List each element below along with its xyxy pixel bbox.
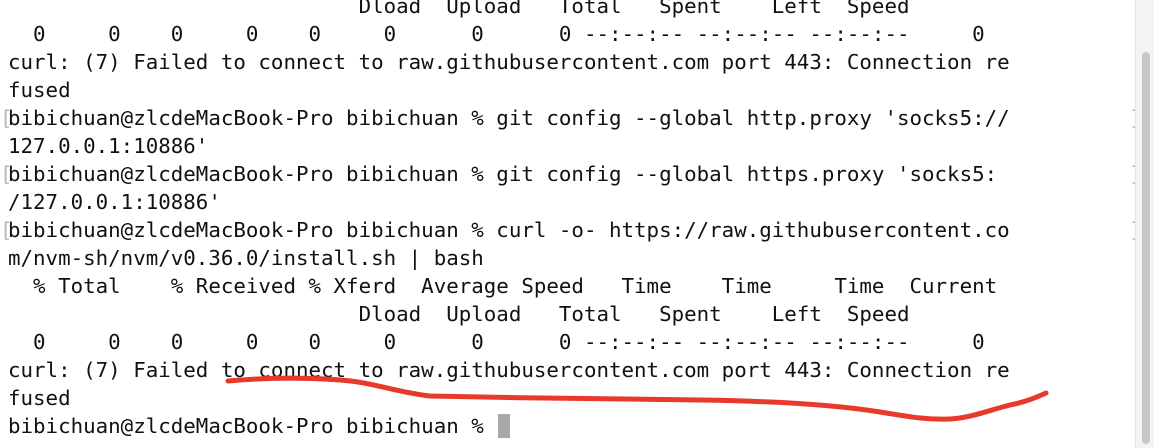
line-text: curl: (7) Failed to connect to raw.githu… (8, 50, 1010, 74)
line-text: fused (8, 386, 71, 410)
terminal-line: % Total % Received % Xferd Average Speed… (8, 272, 1138, 300)
text-cursor (498, 414, 511, 438)
terminal-output: Dload Upload Total Spent Left Speed 0 0 … (0, 0, 1142, 440)
line-text: 0 0 0 0 0 0 0 0 --:--:-- --:--:-- --:--:… (8, 330, 985, 354)
terminal-line: [bibichuan@zlcdeMacBook-Pro bibichuan % … (0, 216, 1142, 244)
line-text: fused (8, 78, 71, 102)
terminal-line: 0 0 0 0 0 0 0 0 --:--:-- --:--:-- --:--:… (8, 20, 1138, 48)
line-text: /127.0.0.1:10886' (8, 190, 221, 214)
line-text: Dload Upload Total Spent Left Speed (8, 0, 910, 18)
line-text: m/nvm-sh/nvm/v0.36.0/install.sh | bash (8, 246, 484, 270)
terminal-line: curl: (7) Failed to connect to raw.githu… (8, 48, 1138, 76)
terminal-line: /127.0.0.1:10886' (8, 188, 1138, 216)
line-text: 0 0 0 0 0 0 0 0 --:--:-- --:--:-- --:--:… (8, 22, 985, 46)
line-text: curl: (7) Failed to connect to raw.githu… (8, 358, 1010, 382)
line-text: 127.0.0.1:10886' (8, 134, 209, 158)
terminal-line: fused (8, 384, 1138, 412)
line-wrap-bracket-left: [ (0, 162, 13, 186)
scrollbar[interactable] (1135, 0, 1154, 448)
terminal-line: curl: (7) Failed to connect to raw.githu… (8, 356, 1138, 384)
terminal-prompt-line[interactable]: bibichuan@zlcdeMacBook-Pro bibichuan % (8, 412, 1138, 440)
line-text: bibichuan@zlcdeMacBook-Pro bibichuan % c… (8, 218, 1010, 242)
terminal-line: Dload Upload Total Spent Left Speed (8, 0, 1138, 20)
terminal-line: 0 0 0 0 0 0 0 0 --:--:-- --:--:-- --:--:… (8, 328, 1138, 356)
line-wrap-bracket-left: [ (0, 106, 13, 130)
terminal-line: [bibichuan@zlcdeMacBook-Pro bibichuan % … (0, 104, 1142, 132)
line-text: % Total % Received % Xferd Average Speed… (8, 274, 998, 298)
line-text: bibichuan@zlcdeMacBook-Pro bibichuan % g… (8, 162, 1010, 186)
scrollbar-thumb[interactable] (1142, 52, 1150, 444)
terminal-line: m/nvm-sh/nvm/v0.36.0/install.sh | bash (8, 244, 1138, 272)
terminal-window[interactable]: Dload Upload Total Spent Left Speed 0 0 … (0, 0, 1154, 448)
shell-prompt: bibichuan@zlcdeMacBook-Pro bibichuan % (8, 414, 497, 438)
line-wrap-bracket-left: [ (0, 218, 13, 242)
terminal-line: fused (8, 76, 1138, 104)
line-text: Dload Upload Total Spent Left Speed (8, 302, 910, 326)
line-text: bibichuan@zlcdeMacBook-Pro bibichuan % g… (8, 106, 1010, 130)
terminal-line: Dload Upload Total Spent Left Speed (8, 300, 1138, 328)
terminal-line: [bibichuan@zlcdeMacBook-Pro bibichuan % … (0, 160, 1142, 188)
terminal-line: 127.0.0.1:10886' (8, 132, 1138, 160)
